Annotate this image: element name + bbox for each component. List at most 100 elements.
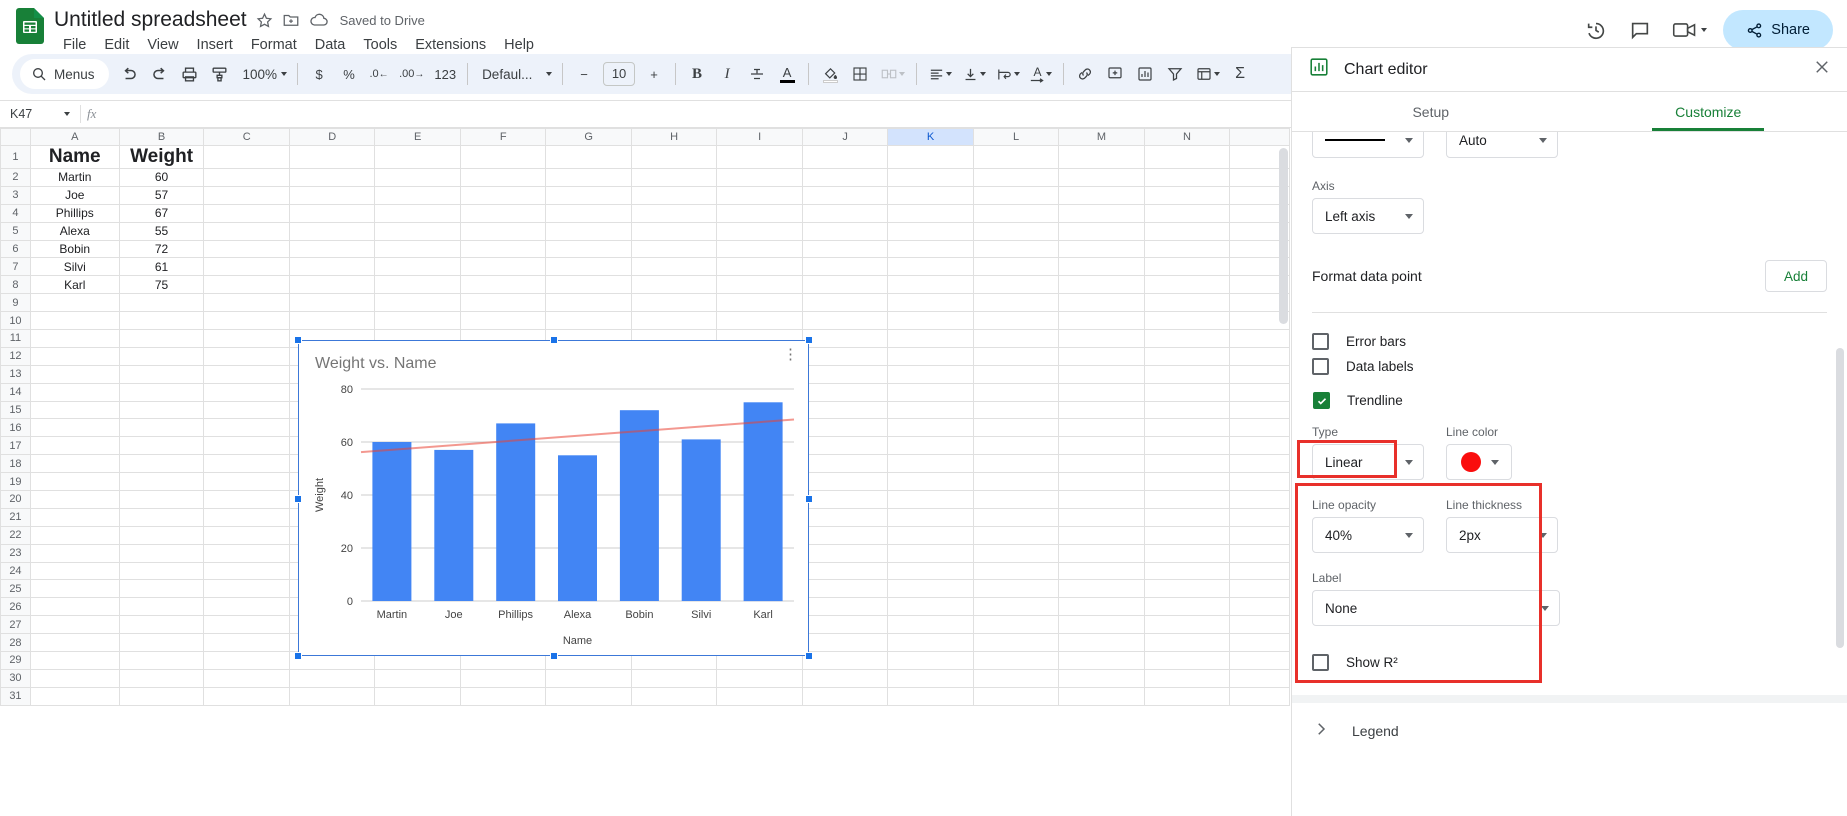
cell-J31[interactable] — [801, 686, 889, 706]
cell-G3[interactable] — [545, 185, 632, 205]
cell-H6[interactable] — [630, 239, 718, 259]
cell-B6[interactable]: 72 — [118, 239, 205, 259]
menu-file[interactable]: File — [54, 34, 95, 56]
cell-M3[interactable] — [1058, 185, 1145, 205]
column-header-i[interactable]: I — [716, 128, 803, 146]
cell-L3[interactable] — [972, 185, 1060, 205]
cell-B3[interactable]: 57 — [118, 185, 205, 205]
cell-H9[interactable] — [630, 293, 718, 313]
cell-J30[interactable] — [801, 668, 889, 688]
cell-H8[interactable] — [630, 275, 718, 295]
cell-C22[interactable] — [203, 525, 290, 545]
row-header-22[interactable]: 22 — [0, 525, 31, 545]
cell-G6[interactable] — [545, 239, 632, 259]
cell-J22[interactable] — [801, 525, 889, 545]
cell-M12[interactable] — [1058, 346, 1145, 366]
cell-K13[interactable] — [887, 364, 974, 384]
increase-decimal-button[interactable]: .00 → — [394, 59, 429, 89]
cell-N2[interactable] — [1143, 168, 1231, 187]
cell-M13[interactable] — [1058, 364, 1145, 384]
cell-N7[interactable] — [1143, 257, 1231, 277]
column-header-g[interactable]: G — [545, 128, 632, 146]
cell-extra[interactable] — [1229, 633, 1290, 653]
cell-N23[interactable] — [1143, 543, 1231, 563]
cell-J10[interactable] — [801, 311, 889, 331]
cell-N25[interactable] — [1143, 579, 1231, 599]
cell-N9[interactable] — [1143, 293, 1231, 313]
cell-M4[interactable] — [1058, 203, 1145, 223]
cell-I1[interactable] — [716, 145, 803, 169]
cell-G8[interactable] — [545, 275, 632, 295]
cell-extra[interactable] — [1229, 579, 1290, 599]
cell-K12[interactable] — [887, 346, 974, 366]
cell-N6[interactable] — [1143, 239, 1231, 259]
cell-E1[interactable] — [374, 145, 461, 169]
cell-C26[interactable] — [203, 597, 290, 617]
cell-C15[interactable] — [203, 400, 290, 420]
cell-N28[interactable] — [1143, 633, 1231, 653]
show-r2-row[interactable]: Show R² — [1312, 650, 1827, 675]
text-rotation-button[interactable]: A — [1025, 59, 1057, 89]
cell-K26[interactable] — [887, 597, 974, 617]
cell-F30[interactable] — [459, 668, 547, 688]
cell-K1[interactable] — [887, 145, 974, 169]
cell-L30[interactable] — [972, 668, 1060, 688]
comment-icon[interactable] — [1620, 10, 1660, 50]
cell-L23[interactable] — [972, 543, 1060, 563]
cell-C20[interactable] — [203, 490, 290, 509]
cell-M10[interactable] — [1058, 311, 1145, 331]
row-header-18[interactable]: 18 — [0, 454, 31, 474]
column-header-k[interactable]: K — [887, 128, 974, 146]
cell-L28[interactable] — [972, 633, 1060, 653]
resize-handle-ne[interactable] — [805, 336, 813, 344]
cell-M16[interactable] — [1058, 418, 1145, 438]
cell-M24[interactable] — [1058, 561, 1145, 581]
cell-K31[interactable] — [887, 686, 974, 706]
cell-K5[interactable] — [887, 221, 974, 241]
cell-M30[interactable] — [1058, 668, 1145, 688]
row-header-3[interactable]: 3 — [0, 185, 31, 205]
cell-C5[interactable] — [203, 221, 290, 241]
cell-F4[interactable] — [459, 203, 547, 223]
cell-M20[interactable] — [1058, 490, 1145, 509]
cell-G2[interactable] — [545, 168, 632, 187]
cell-F10[interactable] — [459, 311, 547, 331]
cell-C29[interactable] — [203, 651, 290, 670]
cell-A17[interactable] — [29, 436, 120, 456]
cell-M29[interactable] — [1058, 651, 1145, 670]
cell-N17[interactable] — [1143, 436, 1231, 456]
cell-N8[interactable] — [1143, 275, 1231, 295]
row-header-25[interactable]: 25 — [0, 579, 31, 599]
cell-I2[interactable] — [716, 168, 803, 187]
cell-J6[interactable] — [801, 239, 889, 259]
cell-A6[interactable]: Bobin — [29, 239, 120, 259]
cell-extra[interactable] — [1229, 686, 1290, 706]
cell-J8[interactable] — [801, 275, 889, 295]
cell-I9[interactable] — [716, 293, 803, 313]
cell-E5[interactable] — [374, 221, 461, 241]
cell-K28[interactable] — [887, 633, 974, 653]
row-header-10[interactable]: 10 — [0, 311, 31, 331]
cell-L18[interactable] — [972, 454, 1060, 474]
document-title[interactable]: Untitled spreadsheet — [54, 7, 247, 33]
cell-A16[interactable] — [29, 418, 120, 438]
cell-A14[interactable] — [29, 382, 120, 402]
cell-A1[interactable]: Name — [29, 145, 120, 169]
cell-C10[interactable] — [203, 311, 290, 331]
column-header-extra[interactable] — [1229, 128, 1290, 146]
cell-J28[interactable] — [801, 633, 889, 653]
resize-handle-sw[interactable] — [294, 652, 302, 660]
cell-G5[interactable] — [545, 221, 632, 241]
cell-K6[interactable] — [887, 239, 974, 259]
menu-insert[interactable]: Insert — [188, 34, 242, 56]
text-wrapping-button[interactable] — [991, 59, 1025, 89]
cell-J1[interactable] — [801, 145, 889, 169]
cell-N11[interactable] — [1143, 329, 1231, 348]
cell-N13[interactable] — [1143, 364, 1231, 384]
cell-L12[interactable] — [972, 346, 1060, 366]
cell-extra[interactable] — [1229, 490, 1290, 509]
cell-C7[interactable] — [203, 257, 290, 277]
cell-L6[interactable] — [972, 239, 1060, 259]
bold-button[interactable]: B — [682, 59, 712, 89]
meet-button[interactable] — [1664, 10, 1715, 50]
